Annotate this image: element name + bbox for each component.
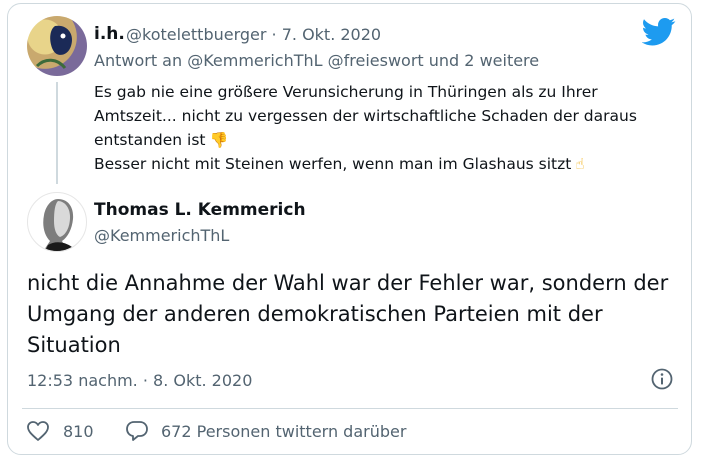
heart-icon[interactable] bbox=[26, 420, 50, 442]
main-author-name[interactable]: Thomas L. Kemmerich bbox=[94, 200, 306, 220]
action-divider bbox=[22, 408, 678, 409]
discussion-count-link[interactable]: 672 Personen twittern darüber bbox=[161, 422, 406, 441]
reply-text-line: entstanden ist bbox=[94, 131, 206, 149]
speech-bubble-icon[interactable] bbox=[125, 419, 149, 443]
reply-text-line: Es gab nie eine größere Verunsicherung i… bbox=[94, 83, 598, 101]
reply-author-meta[interactable]: @kotelettbuerger · 7. Okt. 2020 bbox=[126, 25, 381, 44]
reply-tweet-text: Es gab nie eine größere Verunsicherung i… bbox=[94, 80, 654, 176]
tweet-timestamp-link[interactable]: 12:53 nachm. · 8. Okt. 2020 bbox=[27, 371, 252, 390]
embedded-tweet-card[interactable]: i.h. @kotelettbuerger · 7. Okt. 2020 Ant… bbox=[7, 3, 692, 455]
reply-text-line: Amtszeit... nicht zu vergessen der wirts… bbox=[94, 107, 637, 125]
reply-author-name[interactable]: i.h. bbox=[94, 24, 125, 44]
reply-text-line-with-emoji: entstanden ist 👎 bbox=[94, 128, 654, 152]
info-icon[interactable] bbox=[651, 368, 673, 390]
thumbs-down-emoji-icon: 👎 bbox=[209, 131, 229, 149]
main-author-avatar[interactable] bbox=[27, 192, 87, 252]
thread-connector-line bbox=[56, 82, 58, 184]
twitter-bird-icon[interactable] bbox=[642, 18, 676, 46]
like-count[interactable]: 810 bbox=[63, 422, 94, 441]
reply-author-avatar[interactable] bbox=[27, 16, 87, 76]
main-text-line: Umgang der anderen demokratischen Partei… bbox=[27, 302, 603, 326]
main-text-line: Situation bbox=[27, 333, 121, 357]
replying-to-line: Antwort an @KemmerichThL @freieswort und… bbox=[94, 51, 540, 70]
main-text-line: nicht die Annahme der Wahl war der Fehle… bbox=[27, 271, 669, 295]
reply-text-line-with-emoji: Besser nicht mit Steinen werfen, wenn ma… bbox=[94, 152, 654, 176]
pointing-up-emoji-icon: ☝ bbox=[575, 155, 585, 173]
main-author-handle[interactable]: @KemmerichThL bbox=[94, 226, 229, 245]
main-tweet-text: nicht die Annahme der Wahl war der Fehle… bbox=[27, 268, 677, 361]
reply-text-line: Besser nicht mit Steinen werfen, wenn ma… bbox=[94, 155, 572, 173]
